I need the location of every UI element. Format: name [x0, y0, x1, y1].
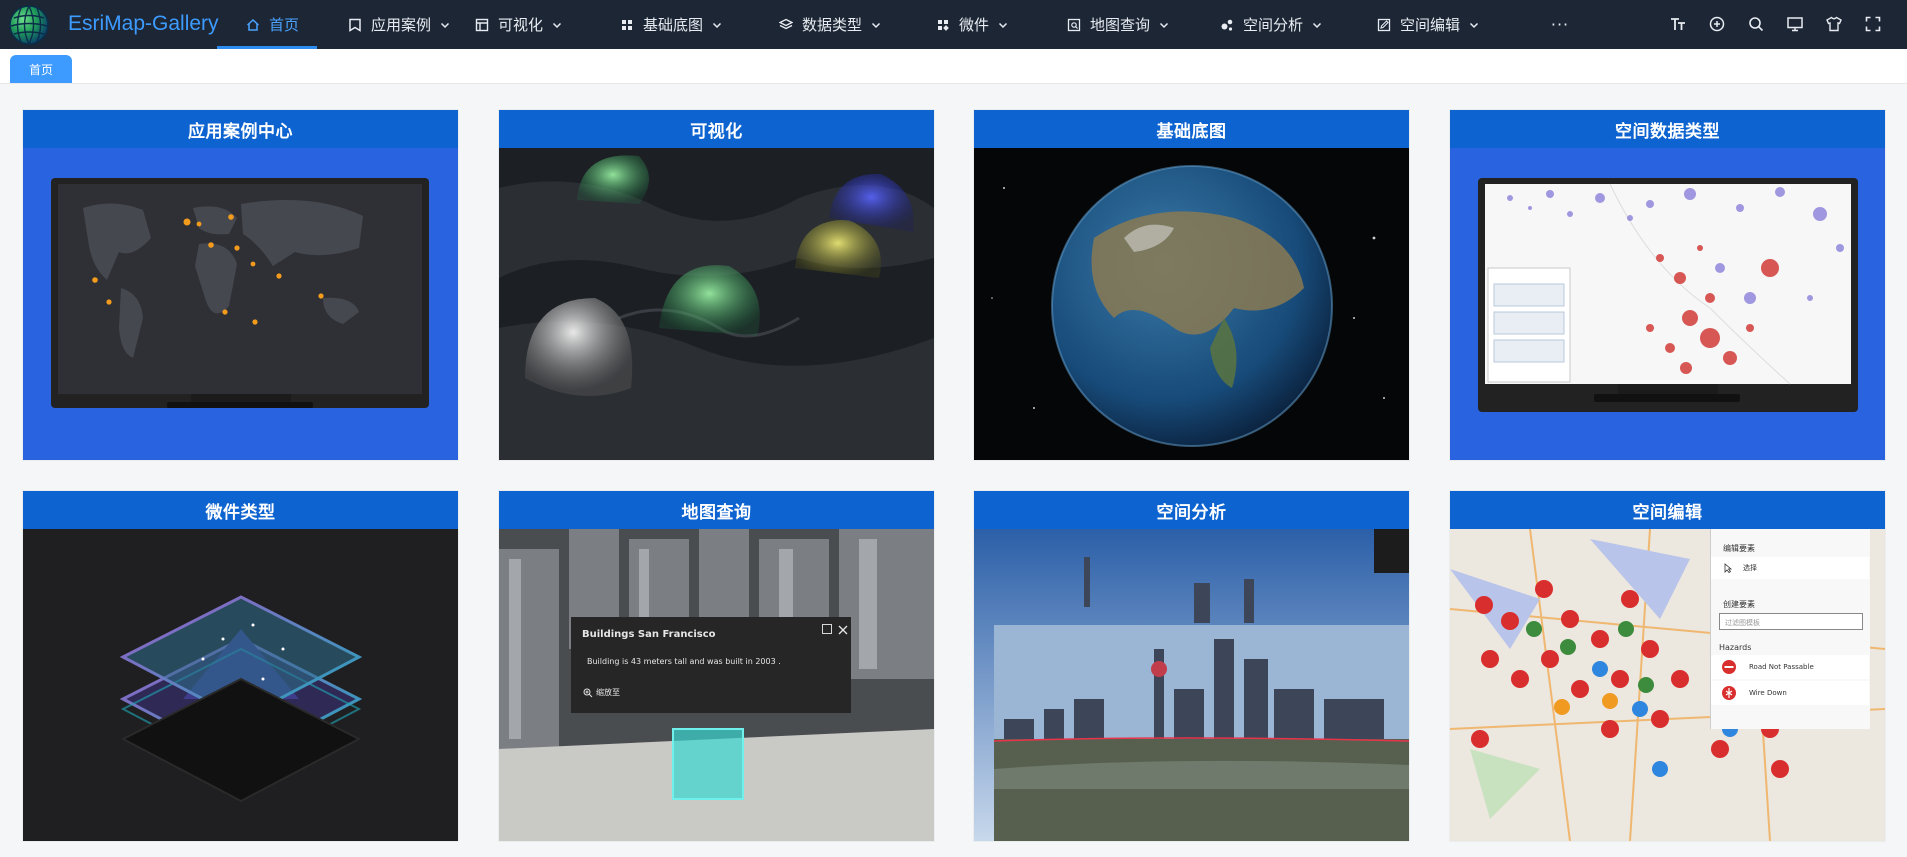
map-search-icon: [1066, 17, 1082, 33]
card-title: 应用案例中心: [23, 110, 458, 148]
nav-label: 微件: [959, 16, 990, 34]
nav-item-spatial-analysis[interactable]: 空间分析: [1219, 0, 1376, 49]
gallery-card-widgets[interactable]: 微件类型: [23, 491, 458, 841]
tab-strip: 首页: [0, 49, 1907, 84]
chevron-down-icon: [440, 20, 450, 30]
nav-label: 数据类型: [802, 16, 863, 34]
card-thumbnail[interactable]: [974, 148, 1409, 460]
grid-icon: [619, 17, 635, 33]
gallery-card-cases[interactable]: 应用案例中心: [23, 110, 458, 460]
more-menu-button[interactable]: ···: [1549, 13, 1571, 35]
nav-item-spatial-edit[interactable]: 空间编辑: [1376, 0, 1526, 49]
chevron-down-icon: [1159, 20, 1169, 30]
gallery-card-spatial-analysis[interactable]: 空间分析: [974, 491, 1409, 841]
card-thumbnail[interactable]: [1450, 148, 1885, 460]
shirt-icon[interactable]: [1824, 13, 1844, 35]
select-label: 选择: [1743, 564, 1757, 572]
template-filter-input[interactable]: 过滤图模板: [1719, 613, 1863, 630]
tab-home[interactable]: 首页: [10, 55, 72, 83]
home-icon: [245, 17, 261, 33]
widgets-icon: [935, 17, 951, 33]
main-nav: 首页 应用案例 可视化 基础底图 数据类型 微件 地图查询 空间分析 空间编辑: [217, 0, 1526, 49]
gallery-card-map-query[interactable]: 地图查询 Buildings San Francisco Building is…: [499, 491, 934, 841]
fullscreen-icon[interactable]: [1863, 13, 1883, 35]
chevron-down-icon: [1312, 20, 1322, 30]
card-title: 基础底图: [974, 110, 1409, 148]
chevron-down-icon: [1469, 20, 1479, 30]
search-icon[interactable]: [1746, 13, 1766, 35]
card-title: 微件类型: [23, 491, 458, 529]
template-item-label: Wire Down: [1749, 689, 1787, 697]
nav-label: 应用案例: [371, 16, 432, 34]
globe-logo-icon[interactable]: [8, 4, 50, 46]
nav-label: 空间编辑: [1400, 16, 1461, 34]
nav-label: 地图查询: [1090, 16, 1151, 34]
nav-label: 可视化: [498, 16, 544, 34]
layers-icon: [474, 17, 490, 33]
road-not-passable-icon: [1722, 660, 1736, 674]
chevron-down-icon: [998, 20, 1008, 30]
popup-dock-icon[interactable]: [822, 624, 832, 634]
chevron-down-icon: [712, 20, 722, 30]
chevron-down-icon: [552, 20, 562, 30]
panel-section-edit: 编辑要素: [1723, 544, 1755, 553]
gallery-card-data-types[interactable]: 空间数据类型: [1450, 110, 1885, 460]
panel-section-create: 创建要素: [1723, 600, 1755, 609]
font-size-icon[interactable]: [1668, 13, 1688, 35]
gallery-card-basemap[interactable]: 基础底图: [974, 110, 1409, 460]
zoom-label: 缩放至: [596, 688, 620, 697]
nav-item-widgets[interactable]: 微件: [931, 0, 1062, 49]
nav-item-visualization[interactable]: 可视化: [474, 0, 619, 49]
gallery-card-visualization[interactable]: 可视化: [499, 110, 934, 460]
editor-panel: 编辑要素 选择 创建要素 过滤图模板 Hazards Road Not Pass…: [1710, 529, 1870, 729]
gallery-card-spatial-edit[interactable]: 空间编辑 编辑要素 选择 创建要素 过滤图模板 Hazards Road Not…: [1450, 491, 1885, 841]
nav-label: 空间分析: [1243, 16, 1304, 34]
card-thumbnail[interactable]: [23, 148, 458, 460]
template-item-label: Road Not Passable: [1749, 663, 1814, 671]
chevron-down-icon: [871, 20, 881, 30]
nav-label: 首页: [269, 16, 300, 34]
template-group-label: Hazards: [1719, 643, 1752, 652]
header-toolbar: [1668, 13, 1883, 35]
top-nav-bar: EsriMap-Gallery 首页 应用案例 可视化 基础底图 数据类型 微件…: [0, 0, 1907, 49]
select-button[interactable]: 选择: [1711, 557, 1869, 579]
nav-item-data-types[interactable]: 数据类型: [774, 0, 931, 49]
zoom-in-icon: [583, 688, 593, 697]
nav-item-cases[interactable]: 应用案例: [317, 0, 474, 49]
query-popup: Buildings San Francisco Building is 43 m…: [571, 617, 851, 713]
nav-item-map-query[interactable]: 地图查询: [1062, 0, 1219, 49]
cursor-icon: [1724, 563, 1733, 573]
translate-icon[interactable]: [1707, 13, 1727, 35]
stack-icon: [778, 17, 794, 33]
template-item[interactable]: Wire Down: [1711, 681, 1869, 705]
edit-icon: [1376, 17, 1392, 33]
template-item[interactable]: Road Not Passable: [1711, 655, 1869, 679]
card-title: 空间编辑: [1450, 491, 1885, 529]
popup-title: Buildings San Francisco: [582, 629, 716, 640]
close-icon[interactable]: [837, 621, 849, 635]
popup-text: Building is 43 meters tall and was built…: [587, 657, 781, 666]
analysis-icon: [1219, 17, 1235, 33]
card-title: 地图查询: [499, 491, 934, 529]
wire-down-icon: [1722, 686, 1736, 700]
card-title: 空间数据类型: [1450, 110, 1885, 148]
card-thumbnail[interactable]: [23, 529, 458, 841]
card-thumbnail[interactable]: [499, 148, 934, 460]
app-brand-title[interactable]: EsriMap-Gallery: [68, 11, 219, 37]
card-title: 空间分析: [974, 491, 1409, 529]
nav-item-home[interactable]: 首页: [217, 0, 318, 49]
monitor-icon[interactable]: [1785, 13, 1805, 35]
nav-label: 基础底图: [643, 16, 704, 34]
nav-item-basemap[interactable]: 基础底图: [619, 0, 774, 49]
card-thumbnail[interactable]: [974, 529, 1409, 841]
card-title: 可视化: [499, 110, 934, 148]
bookmark-icon: [347, 17, 363, 33]
popup-zoom-action[interactable]: 缩放至: [583, 687, 620, 698]
